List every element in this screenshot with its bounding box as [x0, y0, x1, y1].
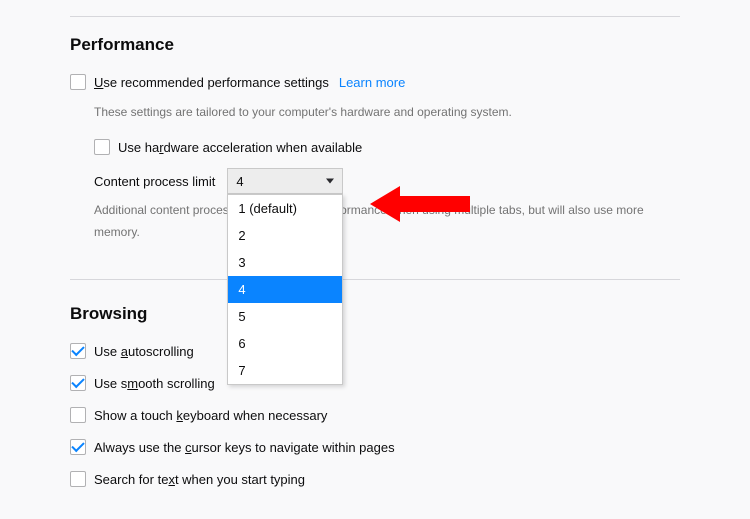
- content-process-select[interactable]: 4: [227, 168, 343, 194]
- hw-accel-row[interactable]: Use hardware acceleration when available: [94, 136, 680, 158]
- cursor-keys-label: Always use the cursor keys to navigate w…: [94, 440, 395, 455]
- autoscroll-row[interactable]: Use autoscrolling: [70, 340, 680, 362]
- learn-more-link[interactable]: Learn more: [339, 75, 405, 90]
- smooth-row[interactable]: Use smooth scrolling: [70, 372, 680, 394]
- performance-title: Performance: [70, 35, 680, 55]
- smooth-label: Use smooth scrolling: [94, 376, 215, 391]
- content-process-value: 4: [236, 174, 243, 189]
- autoscroll-checkbox[interactable]: [70, 343, 86, 359]
- caret-down-icon: [326, 179, 334, 184]
- dropdown-option[interactable]: 5: [228, 303, 342, 330]
- touch-keyboard-checkbox[interactable]: [70, 407, 86, 423]
- search-text-checkbox[interactable]: [70, 471, 86, 487]
- cursor-keys-row[interactable]: Always use the cursor keys to navigate w…: [70, 436, 680, 458]
- browsing-title: Browsing: [70, 304, 680, 324]
- touch-keyboard-label: Show a touch keyboard when necessary: [94, 408, 327, 423]
- smooth-checkbox[interactable]: [70, 375, 86, 391]
- dropdown-option[interactable]: 2: [228, 222, 342, 249]
- mid-divider: [70, 279, 680, 280]
- hw-accel-label: Use hardware acceleration when available: [118, 140, 362, 155]
- dropdown-option[interactable]: 7: [228, 357, 342, 384]
- top-divider: [70, 16, 680, 17]
- content-process-dropdown[interactable]: 1 (default)234567: [227, 194, 343, 385]
- touch-keyboard-row[interactable]: Show a touch keyboard when necessary: [70, 404, 680, 426]
- performance-hint: These settings are tailored to your comp…: [94, 103, 680, 122]
- red-arrow-annotation: [370, 184, 470, 224]
- dropdown-option[interactable]: 6: [228, 330, 342, 357]
- dropdown-option[interactable]: 4: [228, 276, 342, 303]
- search-text-label: Search for text when you start typing: [94, 472, 305, 487]
- autoscroll-label: Use autoscrolling: [94, 344, 194, 359]
- recommended-settings-row[interactable]: Use recommended performance settings Lea…: [70, 71, 680, 93]
- cursor-keys-checkbox[interactable]: [70, 439, 86, 455]
- dropdown-option[interactable]: 3: [228, 249, 342, 276]
- recommended-label: Use recommended performance settings: [94, 75, 329, 90]
- dropdown-option[interactable]: 1 (default): [228, 195, 342, 222]
- search-text-row[interactable]: Search for text when you start typing: [70, 468, 680, 490]
- recommended-checkbox[interactable]: [70, 74, 86, 90]
- hw-accel-checkbox[interactable]: [94, 139, 110, 155]
- content-process-label: Content process limit: [94, 174, 215, 189]
